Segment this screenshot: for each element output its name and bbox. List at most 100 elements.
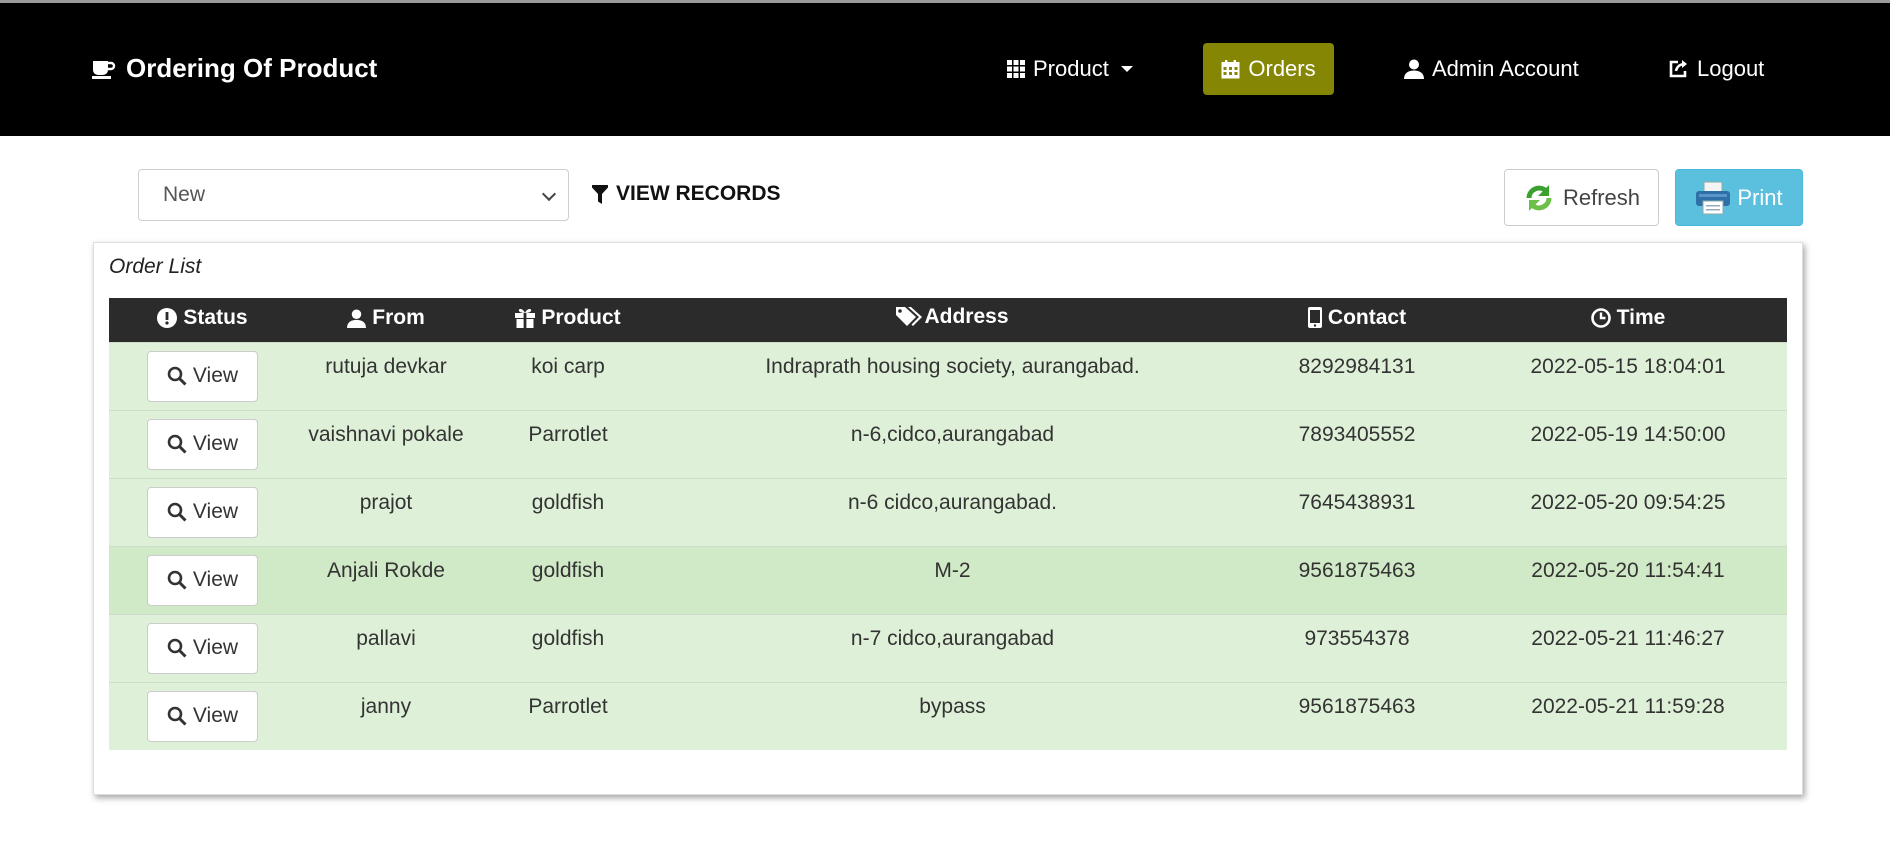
refresh-button[interactable]: Refresh bbox=[1504, 169, 1659, 226]
clock-icon bbox=[1590, 307, 1611, 328]
caret-down-icon bbox=[1120, 66, 1133, 72]
nav-orders-label: Orders bbox=[1248, 56, 1316, 81]
status-cell: View bbox=[109, 478, 296, 546]
status-filter-select[interactable]: New bbox=[138, 169, 569, 221]
cell-time: 2022-05-19 14:50:00 bbox=[1530, 422, 1726, 446]
cell-contact: 7645438931 bbox=[1298, 490, 1416, 514]
nav-logout[interactable]: Logout bbox=[1654, 43, 1778, 95]
search-icon bbox=[167, 706, 187, 726]
cell-address: Indraprath housing society, aurangabad. bbox=[765, 354, 1140, 378]
orders-table: Status From Product Address Contact Time bbox=[109, 298, 1787, 750]
cell-time: 2022-05-21 11:46:27 bbox=[1531, 626, 1725, 650]
status-cell: View bbox=[109, 342, 296, 410]
header-product[interactable]: Product bbox=[476, 298, 660, 342]
view-records-label: VIEW RECORDS bbox=[616, 182, 781, 205]
cell-contact: 7893405552 bbox=[1298, 422, 1416, 446]
cell-product: Parrotlet bbox=[528, 422, 608, 446]
brand[interactable]: Ordering Of Product bbox=[92, 53, 377, 84]
header-status-label: Status bbox=[183, 305, 248, 329]
header-status[interactable]: Status bbox=[109, 298, 296, 342]
table-header-row: Status From Product Address Contact Time bbox=[109, 298, 1787, 342]
app-title: Ordering Of Product bbox=[126, 53, 378, 83]
cell-from: Anjali Rokde bbox=[327, 558, 445, 582]
view-order-button[interactable]: View bbox=[147, 690, 258, 742]
table-row: View rutuja devkar koi carp Indraprath h… bbox=[109, 342, 1787, 410]
cell-from: vaishnavi pokale bbox=[308, 422, 464, 446]
cell-contact: 973554378 bbox=[1304, 626, 1410, 650]
view-label: View bbox=[192, 568, 239, 591]
table-row: View Anjali Rokde goldfish M-2 956187546… bbox=[109, 546, 1787, 614]
nav-logout-label: Logout bbox=[1697, 56, 1765, 81]
refresh-icon bbox=[1523, 182, 1555, 214]
user-icon bbox=[1404, 59, 1424, 79]
status-cell: View bbox=[109, 682, 296, 750]
cell-address: n-6,cidco,aurangabad bbox=[850, 422, 1055, 446]
cell-time: 2022-05-15 18:04:01 bbox=[1530, 354, 1726, 378]
order-list-panel: Order List Status From Product Address C… bbox=[93, 242, 1803, 795]
cell-product: goldfish bbox=[531, 626, 605, 650]
cell-contact: 9561875463 bbox=[1298, 558, 1416, 582]
status-filter-value: New bbox=[163, 183, 206, 206]
header-address-label: Address bbox=[924, 305, 1009, 329]
view-order-button[interactable]: View bbox=[147, 486, 258, 538]
search-icon bbox=[167, 434, 187, 454]
view-order-button[interactable]: View bbox=[147, 418, 258, 470]
view-label: View bbox=[192, 364, 239, 387]
cell-address: bypass bbox=[919, 694, 986, 718]
nav-product-dropdown[interactable]: Product bbox=[993, 43, 1147, 95]
cell-product: Parrotlet bbox=[528, 694, 608, 718]
phone-icon bbox=[1307, 307, 1322, 328]
cell-address: n-6 cidco,aurangabad. bbox=[848, 490, 1057, 514]
refresh-label: Refresh bbox=[1562, 184, 1641, 210]
panel-title: Order List bbox=[109, 255, 202, 278]
status-cell: View bbox=[109, 614, 296, 682]
filter-icon bbox=[592, 184, 608, 204]
header-contact-label: Contact bbox=[1327, 305, 1407, 329]
cell-from: prajot bbox=[359, 490, 413, 514]
cell-contact: 9561875463 bbox=[1298, 694, 1416, 718]
cell-product: goldfish bbox=[531, 490, 605, 514]
header-from[interactable]: From bbox=[296, 298, 476, 342]
nav-admin-label: Admin Account bbox=[1432, 56, 1579, 81]
cell-from: pallavi bbox=[356, 626, 416, 650]
view-order-button[interactable]: View bbox=[147, 350, 258, 402]
cell-address: M-2 bbox=[934, 558, 971, 582]
exclamation-circle-icon bbox=[157, 307, 178, 328]
chevron-down-icon bbox=[541, 186, 557, 202]
grid-icon bbox=[1007, 60, 1025, 78]
table-row: View janny Parrotlet bypass 9561875463 2… bbox=[109, 682, 1787, 750]
search-icon bbox=[167, 638, 187, 658]
nav-admin-account[interactable]: Admin Account bbox=[1390, 43, 1593, 95]
tags-icon bbox=[896, 306, 923, 328]
view-label: View bbox=[192, 500, 239, 523]
cell-address: n-7 cidco,aurangabad bbox=[850, 626, 1055, 650]
view-order-button[interactable]: View bbox=[147, 554, 258, 606]
header-time[interactable]: Time bbox=[1469, 298, 1787, 342]
header-address[interactable]: Address bbox=[660, 298, 1245, 342]
navbar: Ordering Of Product Product Orders Admin… bbox=[0, 3, 1890, 136]
search-icon bbox=[167, 570, 187, 590]
user-icon bbox=[347, 308, 367, 328]
view-records-button[interactable]: VIEW RECORDS bbox=[592, 182, 781, 206]
search-icon bbox=[167, 502, 187, 522]
header-contact[interactable]: Contact bbox=[1245, 298, 1469, 342]
cell-time: 2022-05-20 09:54:25 bbox=[1530, 490, 1726, 514]
view-label: View bbox=[192, 704, 239, 727]
header-from-label: From bbox=[372, 306, 425, 329]
cell-product: goldfish bbox=[531, 558, 605, 582]
table-row: View vaishnavi pokale Parrotlet n-6,cidc… bbox=[109, 410, 1787, 478]
status-cell: View bbox=[109, 546, 296, 614]
print-label: Print bbox=[1737, 184, 1783, 210]
cell-from: janny bbox=[360, 694, 412, 718]
view-label: View bbox=[192, 636, 239, 659]
coffee-cup-icon bbox=[92, 58, 116, 80]
logout-icon bbox=[1668, 59, 1689, 79]
cell-from: rutuja devkar bbox=[325, 354, 447, 378]
cell-product: koi carp bbox=[531, 354, 605, 378]
table-row: View prajot goldfish n-6 cidco,aurangaba… bbox=[109, 478, 1787, 546]
nav-orders[interactable]: Orders bbox=[1203, 43, 1334, 95]
print-button[interactable]: Print bbox=[1675, 169, 1803, 226]
view-order-button[interactable]: View bbox=[147, 622, 258, 674]
search-icon bbox=[167, 366, 187, 386]
status-cell: View bbox=[109, 410, 296, 478]
